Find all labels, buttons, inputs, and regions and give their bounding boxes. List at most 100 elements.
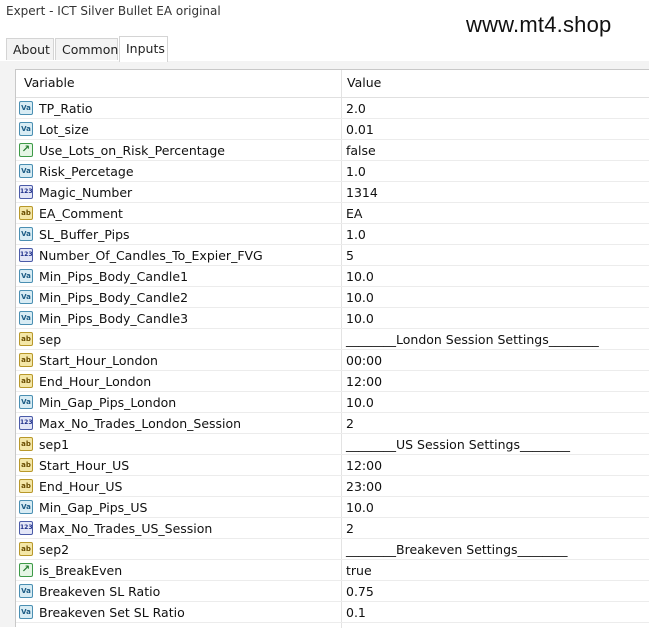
parameter-row[interactable]: Va SL_Buffer_Pips 1.0 [16,224,649,245]
bool-value-icon: ↗ [19,563,33,577]
parameter-value[interactable]: 0.75 [346,581,374,602]
tab-common[interactable]: Common [55,38,118,60]
parameter-name: EA_Comment [39,206,123,221]
parameter-name: Start_Hour_London [39,353,158,368]
double-value-icon: Va [19,500,33,514]
parameter-value[interactable]: 00:00 [346,350,382,371]
parameter-row[interactable]: ab EA_Comment EA [16,203,649,224]
parameter-row[interactable]: ab End_Hour_London 12:00 [16,371,649,392]
parameter-value[interactable]: ________US Session Settings________ [346,434,570,455]
parameter-row[interactable]: Va Min_Pips_Body_Candle2 10.0 [16,287,649,308]
parameter-row[interactable]: Va Breakeven SL Ratio 0.75 [16,581,649,602]
parameter-value[interactable]: 0.1 [346,602,366,623]
inputs-panel: Variable Value Va TP_Ratio 2.0 Va Lot_size 0.… [0,61,649,628]
grid-rows: Va TP_Ratio 2.0 Va Lot_size 0.01 ↗ Use_Lots_on_… [16,98,649,623]
parameter-value[interactable]: 10.0 [346,287,374,308]
parameter-name: Max_No_Trades_London_Session [39,416,242,431]
parameter-row[interactable]: ab End_Hour_US 23:00 [16,476,649,497]
parameter-row[interactable]: ↗ Use_Lots_on_Risk_Percentage false [16,140,649,161]
string-value-icon: ab [19,437,33,451]
double-value-icon: Va [19,395,33,409]
string-value-icon: ab [19,542,33,556]
parameter-name: Min_Pips_Body_Candle2 [39,290,189,305]
double-value-icon: Va [19,164,33,178]
parameter-row[interactable]: Va Min_Pips_Body_Candle3 10.0 [16,308,649,329]
string-value-icon: ab [19,206,33,220]
parameter-value[interactable]: 1314 [346,182,378,203]
parameter-name: SL_Buffer_Pips [39,227,130,242]
parameter-row[interactable]: 123 Max_No_Trades_London_Session 2 [16,413,649,434]
string-value-icon: ab [19,353,33,367]
parameter-name: is_BreakEven [39,563,123,578]
parameter-row[interactable]: Va Breakeven Set SL Ratio 0.1 [16,602,649,623]
double-value-icon: Va [19,101,33,115]
parameter-row[interactable]: Va Risk_Percetage 1.0 [16,161,649,182]
parameter-name: Min_Pips_Body_Candle1 [39,269,189,284]
inputs-grid: Variable Value Va TP_Ratio 2.0 Va Lot_size 0.… [15,69,649,628]
parameter-name: Min_Gap_Pips_US [39,500,148,515]
parameter-name: Use_Lots_on_Risk_Percentage [39,143,225,158]
parameter-row[interactable]: Va Min_Pips_Body_Candle1 10.0 [16,266,649,287]
parameter-name: Max_No_Trades_US_Session [39,521,213,536]
parameter-value[interactable]: 2.0 [346,98,366,119]
parameter-row[interactable]: ↗ is_BreakEven true [16,560,649,581]
parameter-value[interactable]: 1.0 [346,161,366,182]
parameter-value[interactable]: 5 [346,245,354,266]
parameter-row[interactable]: Va Min_Gap_Pips_US 10.0 [16,497,649,518]
window-title: Expert - ICT Silver Bullet EA original [6,4,221,18]
parameter-row[interactable]: ab sep2 ________Breakeven Settings________ [16,539,649,560]
parameter-value[interactable]: 10.0 [346,308,374,329]
parameter-row[interactable]: Va TP_Ratio 2.0 [16,98,649,119]
string-value-icon: ab [19,479,33,493]
parameter-name: Lot_size [39,122,89,137]
parameter-value[interactable]: false [346,140,376,161]
tab-bar: About Common Inputs [0,36,649,62]
parameter-value[interactable]: 12:00 [346,455,382,476]
tab-inputs[interactable]: Inputs [119,36,168,62]
parameter-name: End_Hour_US [39,479,123,494]
parameter-row[interactable]: 123 Magic_Number 1314 [16,182,649,203]
parameter-value[interactable]: 10.0 [346,266,374,287]
header-variable[interactable]: Variable [24,70,75,96]
parameter-name: TP_Ratio [39,101,93,116]
grid-header: Variable Value [16,70,649,98]
parameter-value[interactable]: 2 [346,413,354,434]
parameter-row[interactable]: ab Start_Hour_London 00:00 [16,350,649,371]
tab-about[interactable]: About [6,38,54,60]
parameter-value[interactable]: true [346,560,372,581]
parameter-row[interactable]: Va Lot_size 0.01 [16,119,649,140]
parameter-value[interactable]: 23:00 [346,476,382,497]
string-value-icon: ab [19,458,33,472]
double-value-icon: Va [19,227,33,241]
parameter-value[interactable]: 10.0 [346,392,374,413]
parameter-row[interactable]: 123 Number_Of_Candles_To_Expier_FVG 5 [16,245,649,266]
header-value[interactable]: Value [347,70,381,96]
watermark-text: www.mt4.shop [466,12,612,37]
parameter-name: Risk_Percetage [39,164,134,179]
parameter-row[interactable]: ab Start_Hour_US 12:00 [16,455,649,476]
parameter-value[interactable]: ________London Session Settings________ [346,329,599,350]
parameter-value[interactable]: 1.0 [346,224,366,245]
parameter-name: sep [39,332,62,347]
integer-value-icon: 123 [19,416,33,430]
parameter-value[interactable]: 10.0 [346,497,374,518]
parameter-name: sep1 [39,437,70,452]
parameter-value[interactable]: EA [346,203,362,224]
double-value-icon: Va [19,122,33,136]
parameter-value[interactable]: 12:00 [346,371,382,392]
parameter-value[interactable]: 2 [346,518,354,539]
parameter-name: Start_Hour_US [39,458,130,473]
parameter-row[interactable]: 123 Max_No_Trades_US_Session 2 [16,518,649,539]
double-value-icon: Va [19,605,33,619]
parameter-name: sep2 [39,542,70,557]
parameter-row[interactable]: ab sep1 ________US Session Settings_______… [16,434,649,455]
parameter-value[interactable]: ________Breakeven Settings________ [346,539,568,560]
integer-value-icon: 123 [19,185,33,199]
parameter-value[interactable]: 0.01 [346,119,374,140]
parameter-name: End_Hour_London [39,374,152,389]
string-value-icon: ab [19,374,33,388]
double-value-icon: Va [19,290,33,304]
parameter-name: Breakeven Set SL Ratio [39,605,185,620]
parameter-row[interactable]: Va Min_Gap_Pips_London 10.0 [16,392,649,413]
parameter-row[interactable]: ab sep ________London Session Settings____… [16,329,649,350]
